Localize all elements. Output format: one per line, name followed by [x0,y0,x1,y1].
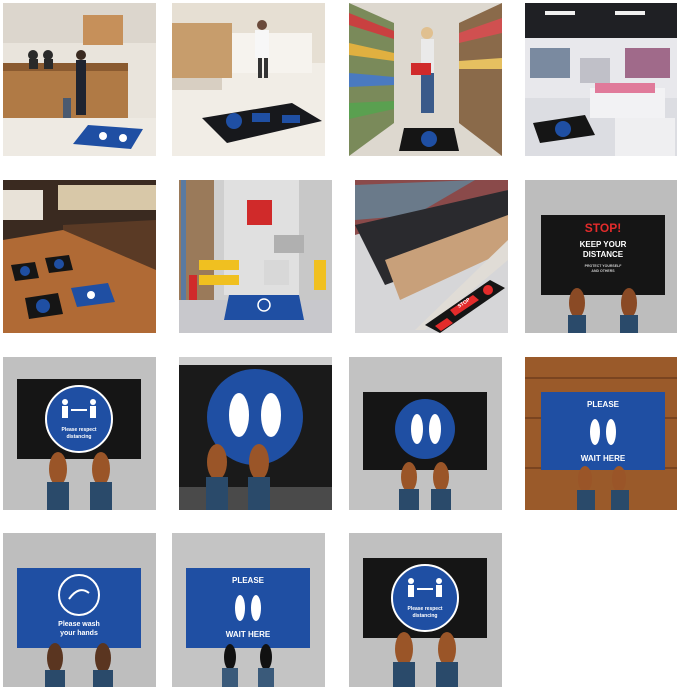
photo-clothing-store-mat[interactable] [525,3,677,156]
photo-clinic-reception-mat[interactable] [172,3,325,156]
wait-here-grey-scene: PLEASE WAIT HERE [172,533,325,687]
checkout-scene: STOP [355,180,508,333]
photo-wash-hands-mat[interactable]: Please wash your hands [3,533,156,687]
photo-footprints-black-mat[interactable] [179,357,332,510]
respect-line1: Please respect [61,427,96,433]
photo-please-wait-here-wood[interactable]: PLEASE WAIT HERE [525,357,677,510]
stop-mat-scene: STOP! KEEP YOUR DISTANCE PROTECT YOURSEL… [525,180,677,333]
photo-checkout-mat[interactable]: STOP [355,180,508,333]
photo-stop-keep-distance-mat[interactable]: STOP! KEEP YOUR DISTANCE PROTECT YOURSEL… [525,180,677,333]
photo-respect-distancing-mat-2[interactable]: Please respect distancing [349,533,502,687]
others-text: AND OTHERS [591,269,615,273]
footprint-icon [235,595,245,621]
wait-here-text: WAIT HERE [581,454,626,463]
wash-hands-scene: Please wash your hands [3,533,156,687]
supermarket-aisle-scene [349,3,502,156]
keep-your-text: KEEP YOUR [580,240,627,249]
photo-warehouse-sink-mat[interactable] [179,180,332,333]
blue-circle-sign [45,385,113,453]
photo-hotel-reception-mat[interactable] [3,3,156,156]
hotel-reception-scene [3,3,156,156]
photo-bar-floor-mats[interactable] [3,180,156,333]
distance-text: DISTANCE [583,250,624,259]
wash-line2: your hands [60,630,98,637]
clothing-store-scene [525,3,677,156]
respect-distancing-scene-2: Please respect distancing [349,533,502,687]
blue-circle-sign [391,564,459,632]
photo-footprints-circle-mat[interactable] [349,357,502,510]
stop-title: STOP! [585,221,621,235]
respect-line1: Please respect [407,606,442,612]
please-text: PLEASE [232,576,265,585]
footprints-circle-scene [349,357,502,510]
clinic-reception-scene [172,3,325,156]
footprints-black-scene [179,357,332,510]
wait-here-wood-scene: PLEASE WAIT HERE [525,357,677,510]
bar-scene [3,180,156,333]
photo-please-wait-here-grey[interactable]: PLEASE WAIT HERE [172,533,325,687]
protect-text: PROTECT YOURSELF [585,264,623,268]
photo-supermarket-aisle-mat[interactable] [349,3,502,156]
warehouse-scene [179,180,332,333]
product-image-grid: STOP STOP! KEEP YOUR DISTANCE PROTECT YO… [0,0,677,687]
footprint-icon [590,419,600,445]
respect-line2: distancing [412,613,437,619]
right-shoe [621,288,637,318]
photo-respect-distancing-mat[interactable]: Please respect distancing [3,357,156,510]
please-text: PLEASE [587,400,620,409]
wash-line1: Please wash [58,621,100,628]
left-shoe [569,288,585,318]
footprint-icon [411,414,423,444]
footprint-icon [229,393,249,437]
wait-here-text: WAIT HERE [226,630,271,639]
blue-circle-sign [395,399,455,459]
respect-line2: distancing [66,434,91,440]
respect-distancing-scene: Please respect distancing [3,357,156,510]
